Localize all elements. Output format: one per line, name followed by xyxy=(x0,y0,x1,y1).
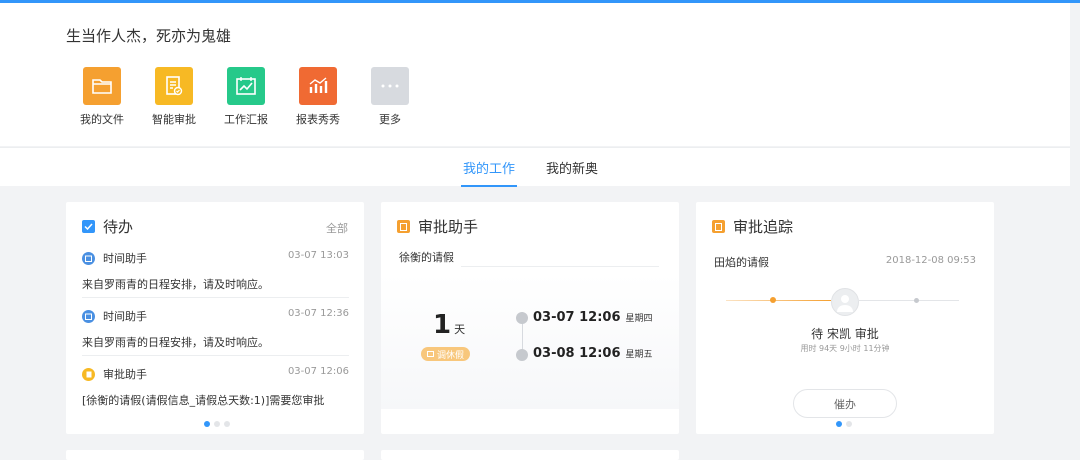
approval-helper-card: 审批助手 徐衡的请假 1 天 调休假 03-07 12:06 星期四 03-08… xyxy=(381,202,679,434)
app-label: 报表秀秀 xyxy=(296,113,340,126)
leave-start-date: 03-07 12:06 xyxy=(533,310,621,325)
progress-start-dot xyxy=(770,297,776,303)
header-panel: 生当作人杰，死亦为鬼雄 我的文件 智能审批 工作汇报 报表秀秀 更多 xyxy=(0,3,1080,146)
more-dots-icon xyxy=(371,67,409,105)
approval-status: 待 宋凯 审批 xyxy=(811,327,879,341)
tab-my-work[interactable]: 我的工作 xyxy=(460,158,518,187)
todo-content: 来自罗雨青的日程安排，请及时响应。 xyxy=(82,278,269,291)
todo-card: 待办 全部 时间助手 03-07 13:03 来自罗雨青的日程安排，请及时响应。… xyxy=(66,202,364,434)
leave-start-weekday: 星期四 xyxy=(625,314,653,324)
app-smart-approval[interactable]: 智能审批 xyxy=(138,67,210,127)
pager-dot[interactable] xyxy=(204,421,210,427)
app-shortcuts: 我的文件 智能审批 工作汇报 报表秀秀 更多 xyxy=(66,67,426,127)
todo-time: 03-07 12:36 xyxy=(287,308,349,319)
todo-item[interactable]: 时间助手 03-07 12:36 来自罗雨青的日程安排，请及时响应。 xyxy=(82,308,349,350)
app-work-report[interactable]: 工作汇报 xyxy=(210,67,282,127)
todo-time: 03-07 12:06 xyxy=(287,366,349,377)
todo-source: 时间助手 xyxy=(103,252,147,265)
tab-my-xinao[interactable]: 我的新奥 xyxy=(546,158,598,187)
carousel-pager[interactable] xyxy=(834,421,854,427)
app-label: 智能审批 xyxy=(152,113,196,126)
calendar-icon xyxy=(82,251,95,265)
approval-tracking-title-text: 审批追踪 xyxy=(733,218,794,236)
app-my-files[interactable]: 我的文件 xyxy=(66,67,138,127)
pager-dot[interactable] xyxy=(836,421,842,427)
divider xyxy=(82,297,349,298)
greeting-text: 生当作人杰，死亦为鬼雄 xyxy=(66,27,232,45)
approval-subject[interactable]: 徐衡的请假 xyxy=(399,249,454,265)
end-point-icon xyxy=(516,349,528,361)
todo-time: 03-07 13:03 xyxy=(287,250,349,261)
pager-dot[interactable] xyxy=(846,421,852,427)
urge-button[interactable]: 催办 xyxy=(793,389,897,418)
bar-chart-icon xyxy=(299,67,337,105)
leave-type-text: 调休假 xyxy=(437,350,465,361)
app-label: 工作汇报 xyxy=(224,113,268,126)
briefcase-icon xyxy=(427,351,434,357)
avatar xyxy=(831,288,859,316)
todo-title-text: 待办 xyxy=(103,218,134,236)
app-label: 我的文件 xyxy=(80,113,124,126)
divider xyxy=(461,266,659,267)
app-more[interactable]: 更多 xyxy=(354,67,426,127)
tracking-subject[interactable]: 田焰的请假 xyxy=(714,254,769,270)
app-label: 更多 xyxy=(379,113,401,126)
leave-detail-panel: 1 天 调休假 03-07 12:06 星期四 03-08 12:06 星期五 xyxy=(381,274,679,409)
leave-type-badge: 调休假 xyxy=(421,347,471,361)
approval-tracking-card: 审批追踪 田焰的请假 2018-12-08 09:53 待 宋凯 审批 用时 9… xyxy=(696,202,994,434)
report-chart-icon xyxy=(227,67,265,105)
progress-line-pending xyxy=(859,300,959,301)
tracking-time: 2018-12-08 09:53 xyxy=(885,255,976,266)
leave-days-unit: 天 xyxy=(454,323,466,336)
leave-days-value: 1 xyxy=(433,310,452,340)
start-point-icon xyxy=(516,312,528,324)
progress-line-done xyxy=(726,300,831,301)
todo-item[interactable]: 审批助手 03-07 12:06 [徐衡的请假(请假信息_请假总天数:1)]需要… xyxy=(82,366,349,408)
approval-tracking-title: 审批追踪 xyxy=(712,216,793,237)
checkbox-icon xyxy=(82,220,95,233)
approval-helper-title: 审批助手 xyxy=(397,216,478,237)
approval-icon xyxy=(712,220,725,233)
tab-bar: 我的工作 我的新奥 xyxy=(0,147,1080,187)
pager-dot[interactable] xyxy=(224,421,230,427)
elapsed-time: 用时 94天 9小时 11分钟 xyxy=(800,344,890,353)
carousel-pager[interactable] xyxy=(202,421,232,427)
leave-end-date: 03-08 12:06 xyxy=(533,346,621,361)
todo-source: 时间助手 xyxy=(103,310,147,323)
approval-icon xyxy=(397,220,410,233)
todo-content: 来自罗雨青的日程安排，请及时响应。 xyxy=(82,336,269,349)
calendar-icon xyxy=(82,309,95,323)
approval-icon xyxy=(82,367,95,381)
progress-end-dot xyxy=(914,298,919,303)
todo-card-title: 待办 xyxy=(82,216,133,237)
todo-content: [徐衡的请假(请假信息_请假总天数:1)]需要您审批 xyxy=(82,394,325,407)
approval-helper-title-text: 审批助手 xyxy=(418,218,479,236)
folder-icon xyxy=(83,67,121,105)
approval-doc-icon xyxy=(155,67,193,105)
divider xyxy=(82,355,349,356)
todo-item[interactable]: 时间助手 03-07 13:03 来自罗雨青的日程安排，请及时响应。 xyxy=(82,250,349,292)
todo-source: 审批助手 xyxy=(103,368,147,381)
pager-dot[interactable] xyxy=(214,421,220,427)
next-card xyxy=(381,450,679,460)
view-all-link[interactable]: 全部 xyxy=(326,220,348,236)
leave-end-weekday: 星期五 xyxy=(625,350,653,360)
next-card xyxy=(66,450,364,460)
app-report-show[interactable]: 报表秀秀 xyxy=(282,67,354,127)
scrollbar-track[interactable] xyxy=(1070,3,1080,460)
